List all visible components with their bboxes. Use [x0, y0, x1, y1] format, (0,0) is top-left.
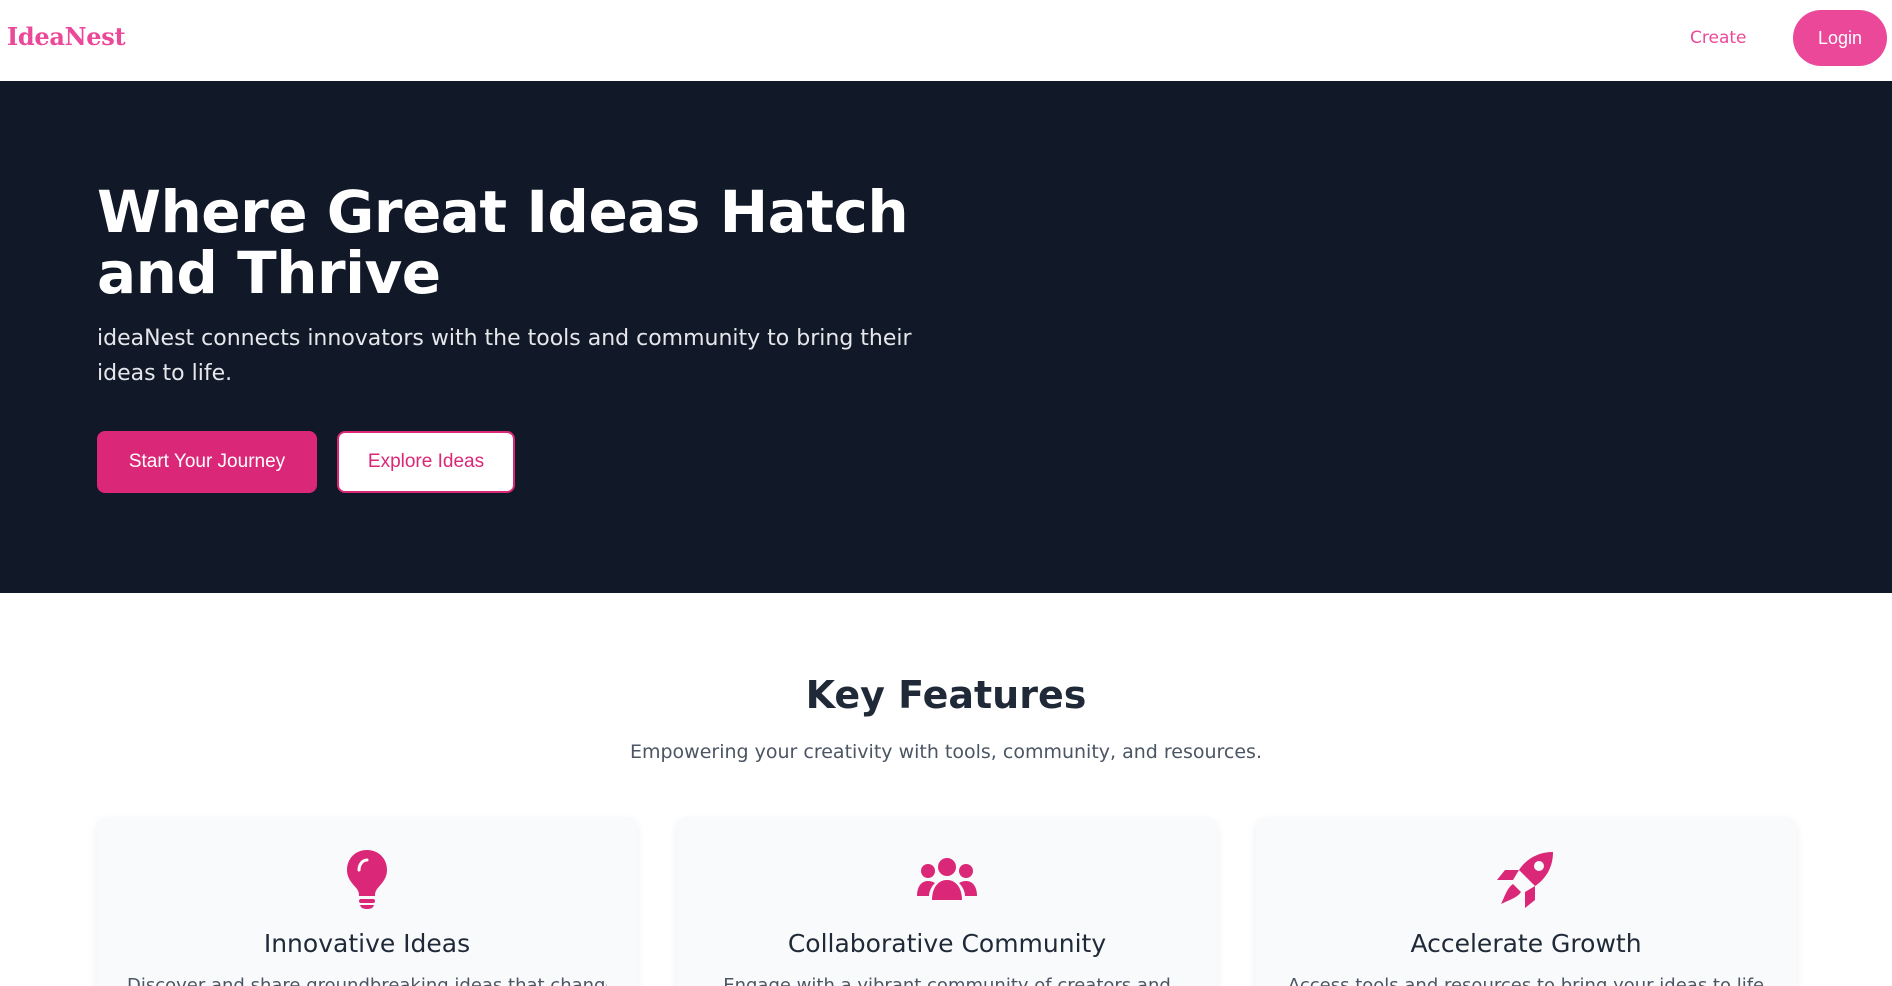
- nav-create-link[interactable]: Create: [1690, 28, 1747, 48]
- card-description: Engage with a vibrant community of creat…: [723, 975, 1171, 986]
- features-subtitle: Empowering your creativity with tools, c…: [629, 741, 1262, 763]
- lightbulb-icon: [335, 847, 399, 911]
- feature-card-collaborative-community: Collaborative Community Engage with a vi…: [677, 817, 1217, 986]
- login-button[interactable]: Login: [1793, 10, 1887, 66]
- start-journey-button[interactable]: Start Your Journey: [97, 431, 317, 493]
- explore-ideas-button[interactable]: Explore Ideas: [337, 431, 515, 493]
- card-title: Accelerate Growth: [1410, 929, 1642, 958]
- card-description: Discover and share groundbreaking ideas …: [127, 975, 607, 986]
- brand-logo[interactable]: IdeaNest: [7, 22, 126, 51]
- hero-subtitle: ideaNest connects innovators with the to…: [97, 326, 912, 386]
- hero-title: Where Great Ideas Hatch and Thrive: [97, 178, 909, 307]
- card-description: Access tools and resources to bring your…: [1287, 975, 1765, 986]
- feature-card-innovative-ideas: Innovative Ideas Discover and share grou…: [97, 817, 637, 986]
- users-icon: [915, 847, 979, 911]
- navbar: IdeaNest Create Login: [0, 0, 1892, 81]
- rocket-icon: [1494, 847, 1558, 911]
- feature-card-accelerate-growth: Accelerate Growth Access tools and resou…: [1256, 817, 1796, 986]
- card-title: Innovative Ideas: [263, 929, 471, 958]
- features-title: Key Features: [805, 673, 1087, 717]
- card-title: Collaborative Community: [787, 929, 1107, 958]
- hero-section: Where Great Ideas Hatch and Thrive ideaN…: [0, 81, 1892, 593]
